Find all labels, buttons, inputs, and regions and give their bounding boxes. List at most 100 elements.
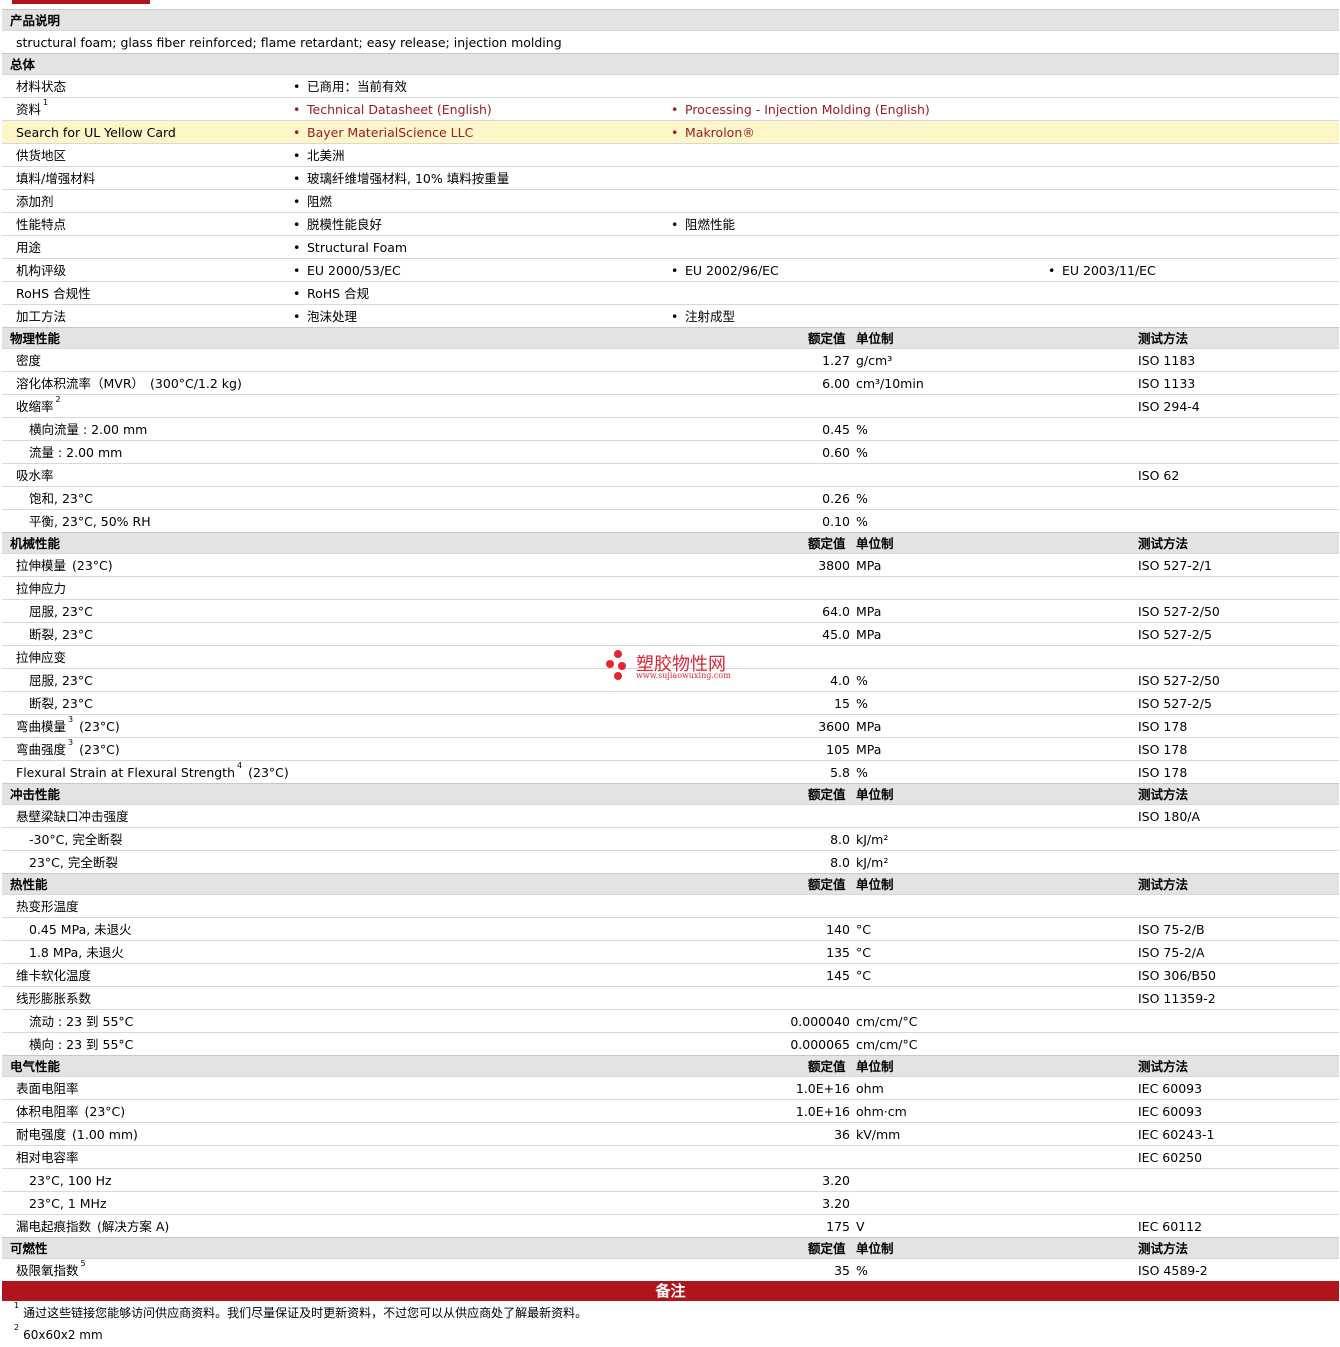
property-name: 吸水率 — [16, 468, 54, 483]
link-item[interactable]: Technical Datasheet (English) — [293, 98, 492, 121]
property-label: 悬壁梁缺口冲击强度 — [16, 805, 129, 828]
property-name: 平衡, 23°C, 50% RH — [29, 514, 151, 529]
property-row: -30°C, 完全断裂 8.0 kJ/m² — [2, 827, 1339, 850]
link-item[interactable]: Makrolon® — [671, 121, 755, 144]
property-unit: MPa — [856, 742, 882, 757]
header-value: 额定值 — [808, 877, 846, 892]
property-value: 140 — [826, 922, 850, 937]
general-row: Search for UL Yellow Card Bayer MaterialS… — [2, 120, 1339, 144]
property-name: 23°C, 100 Hz — [29, 1173, 112, 1188]
test-method: ISO 527-2/50 — [1138, 673, 1220, 688]
row-label: 性能特点 — [16, 213, 66, 236]
test-method: ISO 527-2/50 — [1138, 604, 1220, 619]
property-label: 耐电强度 (1.00 mm) — [16, 1123, 138, 1146]
test-method: ISO 11359-2 — [1138, 991, 1216, 1006]
property-condition: (23°C) — [72, 558, 113, 573]
test-method: ISO 1183 — [1138, 353, 1196, 368]
link-item[interactable]: Processing - Injection Molding (English) — [671, 98, 930, 121]
property-label: 溶化体积流率（MVR） (300°C/1.2 kg) — [16, 372, 242, 395]
row-label: 资料 1 — [16, 98, 48, 121]
property-label: 维卡软化温度 — [16, 964, 91, 987]
property-name: 饱和, 23°C — [29, 491, 93, 506]
property-label: 弯曲强度 3 (23°C) — [16, 738, 120, 761]
footnote-text: 60x60x2 mm — [23, 1328, 103, 1342]
header-method: 测试方法 — [1138, 877, 1189, 892]
property-value: 5.8 — [830, 765, 850, 780]
property-label: 断裂, 23°C — [29, 692, 93, 715]
section-title: 产品说明 — [10, 13, 61, 28]
property-unit: V — [856, 1219, 865, 1234]
property-value: 3600 — [818, 719, 850, 734]
property-label: 表面电阻率 — [16, 1077, 79, 1100]
property-label: 拉伸模量 (23°C) — [16, 554, 113, 577]
property-condition: (23°C) — [79, 719, 120, 734]
property-row: 体积电阻率 (23°C) 1.0E+16 ohm·cm IEC 60093 — [2, 1099, 1339, 1122]
property-unit: MPa — [856, 627, 882, 642]
property-name: 屈服, 23°C — [29, 604, 93, 619]
property-row: 23°C, 1 MHz 3.20 — [2, 1191, 1339, 1214]
property-unit: cm/cm/°C — [856, 1037, 918, 1052]
test-method: ISO 1133 — [1138, 376, 1196, 391]
property-value: 35 — [834, 1263, 850, 1278]
section-title: 冲击性能 — [10, 787, 61, 802]
section-title: 总体 — [10, 57, 36, 72]
section-title: 电气性能 — [10, 1059, 61, 1074]
general-row: 添加剂 阻燃 — [2, 189, 1339, 213]
watermark-logo: 塑胶物性网 www.sujiaowuxing.com — [606, 648, 746, 684]
link-item[interactable]: Bayer MaterialScience LLC — [293, 121, 473, 144]
property-label: 漏电起痕指数 (解决方案 A) — [16, 1215, 169, 1238]
property-name: 漏电起痕指数 — [16, 1219, 92, 1234]
row-label-text: 加工方法 — [16, 309, 67, 324]
property-label: Flexural Strain at Flexural Strength 4 (23… — [16, 761, 289, 784]
property-unit: % — [856, 1263, 868, 1278]
value-item: 阻燃 — [293, 190, 332, 213]
header-unit: 单位制 — [856, 1241, 894, 1256]
property-value: 15 — [834, 696, 850, 711]
test-method: ISO 527-2/1 — [1138, 558, 1212, 573]
property-name: 横向流量 : 2.00 mm — [29, 422, 148, 437]
property-row: 密度 1.27 g/cm³ ISO 1183 — [2, 348, 1339, 371]
footnote-ref: 3 — [68, 715, 74, 724]
property-label: 横向流量 : 2.00 mm — [29, 418, 147, 441]
property-name: 拉伸应变 — [16, 650, 67, 665]
property-row: 吸水率 ISO 62 — [2, 463, 1339, 486]
property-condition: (1.00 mm) — [72, 1127, 138, 1142]
property-name: 弯曲模量 — [16, 719, 67, 734]
property-name: 收缩率 — [16, 399, 54, 414]
property-unit: % — [856, 422, 868, 437]
property-value: 8.0 — [830, 832, 850, 847]
row-label-text: 供货地区 — [16, 148, 67, 163]
property-unit: cm/cm/°C — [856, 1014, 918, 1029]
row-label: 添加剂 — [16, 190, 54, 213]
header-method: 测试方法 — [1138, 331, 1189, 346]
property-unit: °C — [856, 968, 871, 983]
value-item: EU 2003/11/EC — [1048, 259, 1156, 282]
test-method: IEC 60093 — [1138, 1104, 1203, 1119]
property-unit: MPa — [856, 558, 882, 573]
general-row: 用途 Structural Foam — [2, 235, 1339, 259]
test-method: ISO 75-2/B — [1138, 922, 1205, 937]
footnote-ref: 1 — [43, 98, 49, 107]
row-label-text: 填料/增强材料 — [16, 171, 96, 186]
property-label: 拉伸应变 — [16, 646, 66, 669]
property-name: 断裂, 23°C — [29, 696, 93, 711]
property-value: 0.10 — [822, 514, 850, 529]
property-value: 175 — [826, 1219, 850, 1234]
section-header: 热性能 额定值 单位制 测试方法 — [2, 873, 1339, 894]
section-title: 物理性能 — [10, 331, 61, 346]
property-name: 热变形温度 — [16, 899, 79, 914]
property-value: 0.60 — [822, 445, 850, 460]
property-row: 流动 : 23 到 55°C 0.000040 cm/cm/°C — [2, 1009, 1339, 1032]
property-row: 弯曲强度 3 (23°C) 105 MPa ISO 178 — [2, 737, 1339, 760]
property-label: 弯曲模量 3 (23°C) — [16, 715, 120, 738]
section-header: 机械性能 额定值 单位制 测试方法 — [2, 532, 1339, 553]
property-label: 流量 : 2.00 mm — [29, 441, 122, 464]
footnote-ref: 2 — [55, 395, 61, 404]
property-row: 0.45 MPa, 未退火 140 °C ISO 75-2/B — [2, 917, 1339, 940]
general-row: 材料状态 已商用：当前有效 — [2, 74, 1339, 98]
test-method: ISO 62 — [1138, 468, 1180, 483]
property-name: 耐电强度 — [16, 1127, 67, 1142]
property-name: 线形膨胀系数 — [16, 991, 92, 1006]
property-value: 3.20 — [822, 1196, 850, 1211]
property-unit: °C — [856, 945, 871, 960]
